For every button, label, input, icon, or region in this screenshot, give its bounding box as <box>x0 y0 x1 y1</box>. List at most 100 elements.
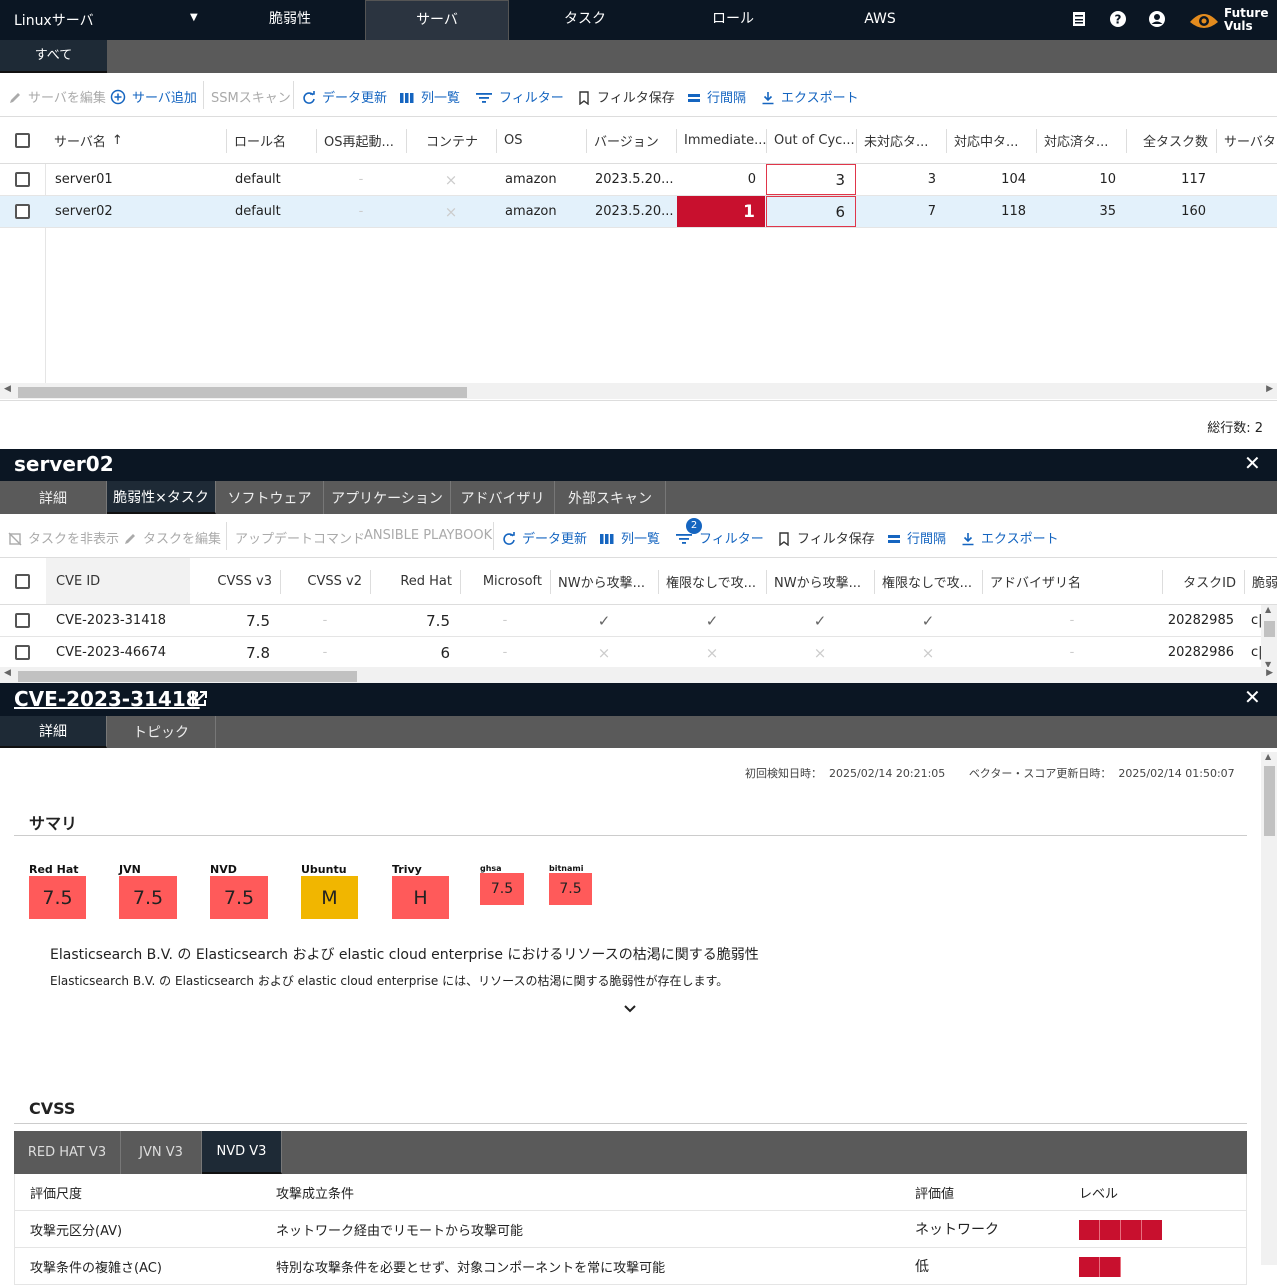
tab-redhat-v3[interactable]: RED HAT V3 <box>14 1131 121 1174</box>
refresh-button[interactable]: データ更新 <box>502 528 587 547</box>
edit-server-button[interactable]: サーバを編集 <box>8 87 106 106</box>
table-row[interactable]: CVE-2023-46674 7.8 - 6 - × × × × - 20282… <box>0 637 1277 669</box>
done-tasks-cell[interactable]: 35 <box>1036 196 1126 227</box>
col-advisory-name[interactable]: アドバイザリ名 <box>982 558 1162 604</box>
col-server-tag[interactable]: サーバタ <box>1216 117 1277 163</box>
tab-detail[interactable]: 詳細 <box>0 481 107 514</box>
col-cvss-v2[interactable]: CVSS v2 <box>280 558 370 604</box>
vertical-scrollbar[interactable]: ▲ <box>1261 752 1277 1265</box>
col-microsoft[interactable]: Microsoft <box>460 558 550 604</box>
task-id-cell[interactable]: 20282985 <box>1162 605 1244 636</box>
select-all-checkbox[interactable] <box>15 133 30 148</box>
sort-asc-icon[interactable]: ↑ <box>112 133 123 148</box>
tab-application[interactable]: アプリケーション <box>324 481 451 514</box>
nav-role[interactable]: ロール <box>659 0 807 40</box>
col-no-priv-2[interactable]: 権限なしで攻... <box>874 558 982 604</box>
expand-chevron-icon[interactable] <box>623 1004 637 1014</box>
col-server-name[interactable]: サーバ名 ↑ <box>46 117 226 163</box>
scrollbar-thumb[interactable] <box>18 671 357 682</box>
close-icon[interactable]: ✕ <box>1244 451 1261 475</box>
col-redhat[interactable]: Red Hat <box>370 558 460 604</box>
col-vuln[interactable]: 脆弱 <box>1244 558 1277 604</box>
inprogress-tasks-cell[interactable]: 104 <box>946 164 1036 195</box>
col-total-tasks[interactable]: 全タスク数 <box>1126 117 1216 163</box>
update-command-button[interactable]: アップデートコマンド <box>235 528 365 547</box>
nav-server[interactable]: サーバ <box>365 0 509 40</box>
scroll-right-icon[interactable]: ▶ <box>1266 668 1273 678</box>
table-row[interactable]: CVE-2023-31418 7.5 - 7.5 - ✓ ✓ ✓ ✓ - 202… <box>0 605 1277 637</box>
row-spacing-button[interactable]: 行間隔 <box>687 87 746 106</box>
horizontal-scrollbar[interactable]: ◀ ▶ <box>0 383 1277 399</box>
add-server-button[interactable]: サーバ追加 <box>110 87 197 106</box>
open-tasks-cell[interactable]: 3 <box>856 164 946 195</box>
tab-nvd-v3[interactable]: NVD V3 <box>202 1131 282 1174</box>
row-checkbox[interactable] <box>15 172 30 187</box>
columns-button[interactable]: 列一覧 <box>599 528 660 547</box>
document-icon[interactable] <box>1070 10 1088 28</box>
help-icon[interactable]: ? <box>1109 10 1127 28</box>
tab-vuln-task[interactable]: 脆弱性×タスク <box>107 481 216 514</box>
immediate-cell[interactable]: 0 <box>676 164 766 195</box>
row-checkbox[interactable] <box>15 204 30 219</box>
col-nw-attack-1[interactable]: NWから攻撃... <box>550 558 658 604</box>
col-no-priv-1[interactable]: 権限なしで攻... <box>658 558 766 604</box>
filter-button[interactable]: フィルター <box>475 87 564 106</box>
col-role[interactable]: ロール名 <box>226 117 316 163</box>
row-checkbox[interactable] <box>15 645 30 660</box>
horizontal-scrollbar[interactable]: ◀ ▶ <box>0 667 1277 683</box>
col-cvss-v3[interactable]: CVSS v3 <box>190 558 280 604</box>
col-inprogress-tasks[interactable]: 対応中タ... <box>946 117 1036 163</box>
tab-advisory[interactable]: アドバイザリ <box>451 481 555 514</box>
col-version[interactable]: バージョン <box>586 117 676 163</box>
cve-id-cell[interactable]: CVE-2023-31418 <box>56 605 190 636</box>
tab-topic[interactable]: トピック <box>107 716 216 748</box>
subtab-all[interactable]: すべて <box>0 40 107 73</box>
ansible-playbook-button[interactable]: ANSIBLE PLAYBOOK <box>364 528 492 543</box>
server-name-cell[interactable]: server02 <box>55 196 225 227</box>
edit-task-button[interactable]: タスクを編集 <box>123 528 221 547</box>
col-immediate[interactable]: Immediate... <box>676 117 766 163</box>
chevron-down-icon[interactable]: ▼ <box>190 12 198 23</box>
table-row[interactable]: server01 default - × amazon 2023.5.20...… <box>0 164 1277 196</box>
scroll-left-icon[interactable]: ◀ <box>4 384 11 394</box>
tab-jvn-v3[interactable]: JVN V3 <box>121 1131 202 1174</box>
nav-vulnerability[interactable]: 脆弱性 <box>216 0 364 40</box>
save-filter-button[interactable]: フィルタ保存 <box>577 87 675 106</box>
table-row[interactable]: server02 default - × amazon 2023.5.20...… <box>0 196 1277 228</box>
col-task-id[interactable]: タスクID <box>1162 558 1244 604</box>
ssm-scan-button[interactable]: SSMスキャン <box>211 87 291 106</box>
cve-panel-title[interactable]: CVE-2023-31418 <box>14 687 200 711</box>
org-selector-label[interactable]: Linuxサーバ <box>14 10 94 30</box>
save-filter-button[interactable]: フィルタ保存 <box>777 528 875 547</box>
refresh-button[interactable]: データ更新 <box>302 87 387 106</box>
col-container[interactable]: コンテナ <box>406 117 496 163</box>
select-all-checkbox[interactable] <box>15 574 30 589</box>
external-link-icon[interactable] <box>190 690 208 708</box>
col-cve-id[interactable]: CVE ID <box>46 558 190 604</box>
open-tasks-cell[interactable]: 7 <box>856 196 946 227</box>
hide-task-button[interactable]: タスクを非表示 <box>8 528 119 547</box>
task-id-cell[interactable]: 20282986 <box>1162 637 1244 668</box>
inprogress-tasks-cell[interactable]: 118 <box>946 196 1036 227</box>
col-out-of-cycle[interactable]: Out of Cyc... <box>766 117 856 163</box>
cve-id-cell[interactable]: CVE-2023-46674 <box>56 637 190 668</box>
server-name-cell[interactable]: server01 <box>55 164 225 195</box>
tab-external-scan[interactable]: 外部スキャン <box>555 481 666 514</box>
col-os[interactable]: OS <box>496 117 586 163</box>
row-spacing-button[interactable]: 行間隔 <box>887 528 946 547</box>
scrollbar-thumb[interactable] <box>1264 621 1275 637</box>
immediate-cell[interactable]: 1 <box>677 196 765 227</box>
total-tasks-cell[interactable]: 117 <box>1126 164 1216 195</box>
scroll-right-icon[interactable]: ▶ <box>1266 384 1273 394</box>
total-tasks-cell[interactable]: 160 <box>1126 196 1216 227</box>
tab-cve-detail[interactable]: 詳細 <box>0 716 107 748</box>
nav-task[interactable]: タスク <box>511 0 659 40</box>
columns-button[interactable]: 列一覧 <box>399 87 460 106</box>
scrollbar-thumb[interactable] <box>18 387 467 398</box>
col-reboot[interactable]: OS再起動... <box>316 117 406 163</box>
scroll-up-icon[interactable]: ▲ <box>1265 605 1271 614</box>
export-button[interactable]: エクスポート <box>961 528 1059 547</box>
tab-software[interactable]: ソフトウェア <box>216 481 324 514</box>
account-icon[interactable] <box>1148 10 1166 28</box>
export-button[interactable]: エクスポート <box>761 87 859 106</box>
